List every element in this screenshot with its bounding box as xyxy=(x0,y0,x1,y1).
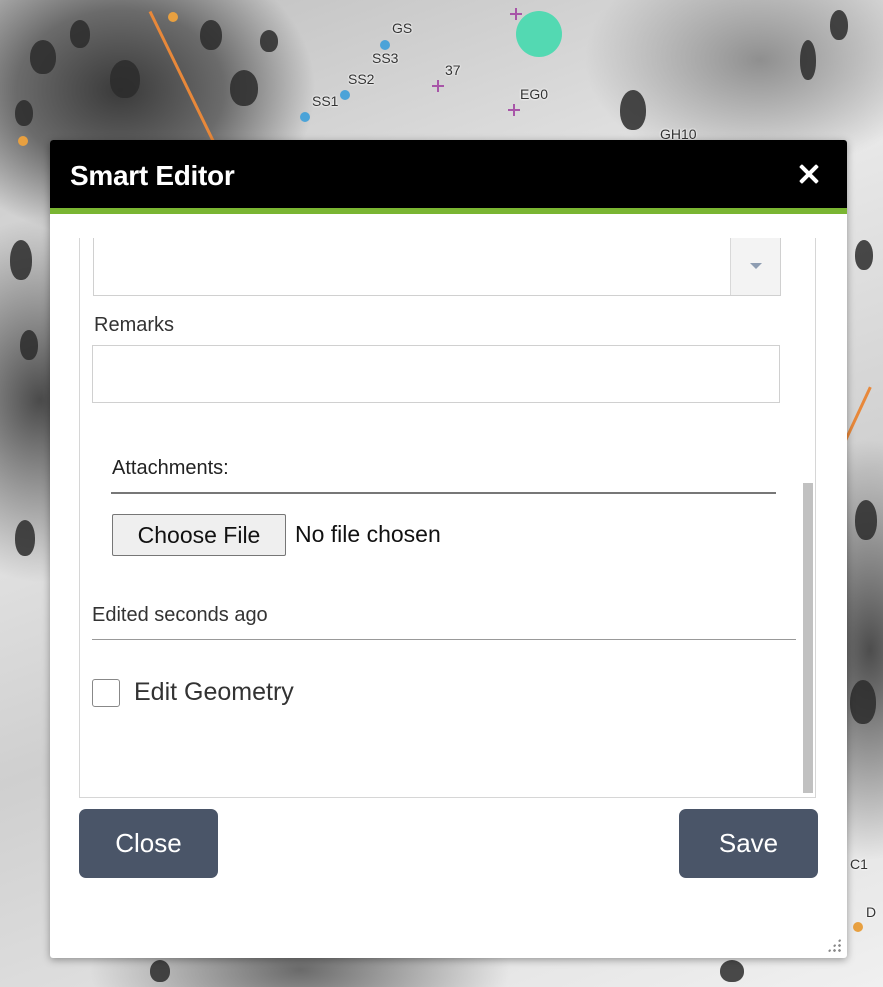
dialog-title-bar[interactable]: Smart Editor xyxy=(50,140,847,214)
file-status-text: No file chosen xyxy=(295,521,441,547)
map-tree xyxy=(720,960,744,982)
map-tree xyxy=(30,40,56,74)
map-tree xyxy=(855,500,877,540)
map-label: C1 xyxy=(850,856,868,872)
map-tree xyxy=(10,240,32,280)
close-icon[interactable] xyxy=(797,162,821,186)
map-label: SS2 xyxy=(348,71,375,87)
map-point[interactable] xyxy=(168,12,178,22)
section-divider xyxy=(92,639,796,640)
map-point[interactable] xyxy=(853,922,863,932)
resize-grip-icon[interactable] xyxy=(827,938,841,952)
map-tree xyxy=(855,240,873,270)
form-scrollbar[interactable] xyxy=(801,238,815,796)
smart-editor-dialog: Smart Editor Remarks Attachments: Choose… xyxy=(50,140,847,958)
attribute-dropdown[interactable] xyxy=(93,238,781,296)
map-tree xyxy=(620,90,646,130)
map-tree xyxy=(15,520,35,556)
map-tree xyxy=(200,20,222,50)
map-point[interactable] xyxy=(380,40,390,50)
map-tree xyxy=(110,60,140,98)
map-label: SS3 xyxy=(372,50,399,66)
map-tree xyxy=(850,680,876,724)
edit-geometry-label[interactable]: Edit Geometry xyxy=(134,678,294,707)
close-button[interactable]: Close xyxy=(79,809,218,878)
attachments-label: Attachments: xyxy=(112,457,229,479)
map-tree xyxy=(800,40,816,80)
edit-geometry-checkbox[interactable] xyxy=(92,679,120,707)
map-trail xyxy=(843,386,872,443)
map-tree xyxy=(70,20,90,48)
map-label: GS xyxy=(392,20,413,36)
map-label: 37 xyxy=(445,62,461,78)
map-plus-marker[interactable] xyxy=(508,104,520,116)
map-point[interactable] xyxy=(340,90,350,100)
attachments-divider xyxy=(111,492,776,494)
map-label: EG0 xyxy=(520,86,549,102)
map-label: D xyxy=(866,904,877,920)
map-tree xyxy=(150,960,170,982)
choose-file-button[interactable]: Choose File xyxy=(112,514,286,556)
remarks-input[interactable] xyxy=(92,345,780,403)
map-tree xyxy=(15,100,33,126)
map-plus-marker[interactable] xyxy=(432,80,444,92)
map-tree xyxy=(230,70,258,106)
map-plus-marker[interactable] xyxy=(510,8,522,20)
chevron-down-icon[interactable] xyxy=(730,238,780,295)
selected-feature-point[interactable] xyxy=(516,11,562,57)
edit-timestamp: Edited seconds ago xyxy=(92,604,268,626)
map-tree xyxy=(830,10,848,40)
map-point[interactable] xyxy=(18,136,28,146)
map-point[interactable] xyxy=(300,112,310,122)
map-tree xyxy=(20,330,38,360)
map-label: SS1 xyxy=(312,93,339,109)
scrollbar-thumb[interactable] xyxy=(803,483,813,793)
save-button[interactable]: Save xyxy=(679,809,818,878)
remarks-label: Remarks xyxy=(94,314,175,336)
map-tree xyxy=(260,30,278,52)
dialog-title: Smart Editor xyxy=(70,160,235,191)
attribute-form: Remarks Attachments: Choose File No file… xyxy=(79,238,816,798)
